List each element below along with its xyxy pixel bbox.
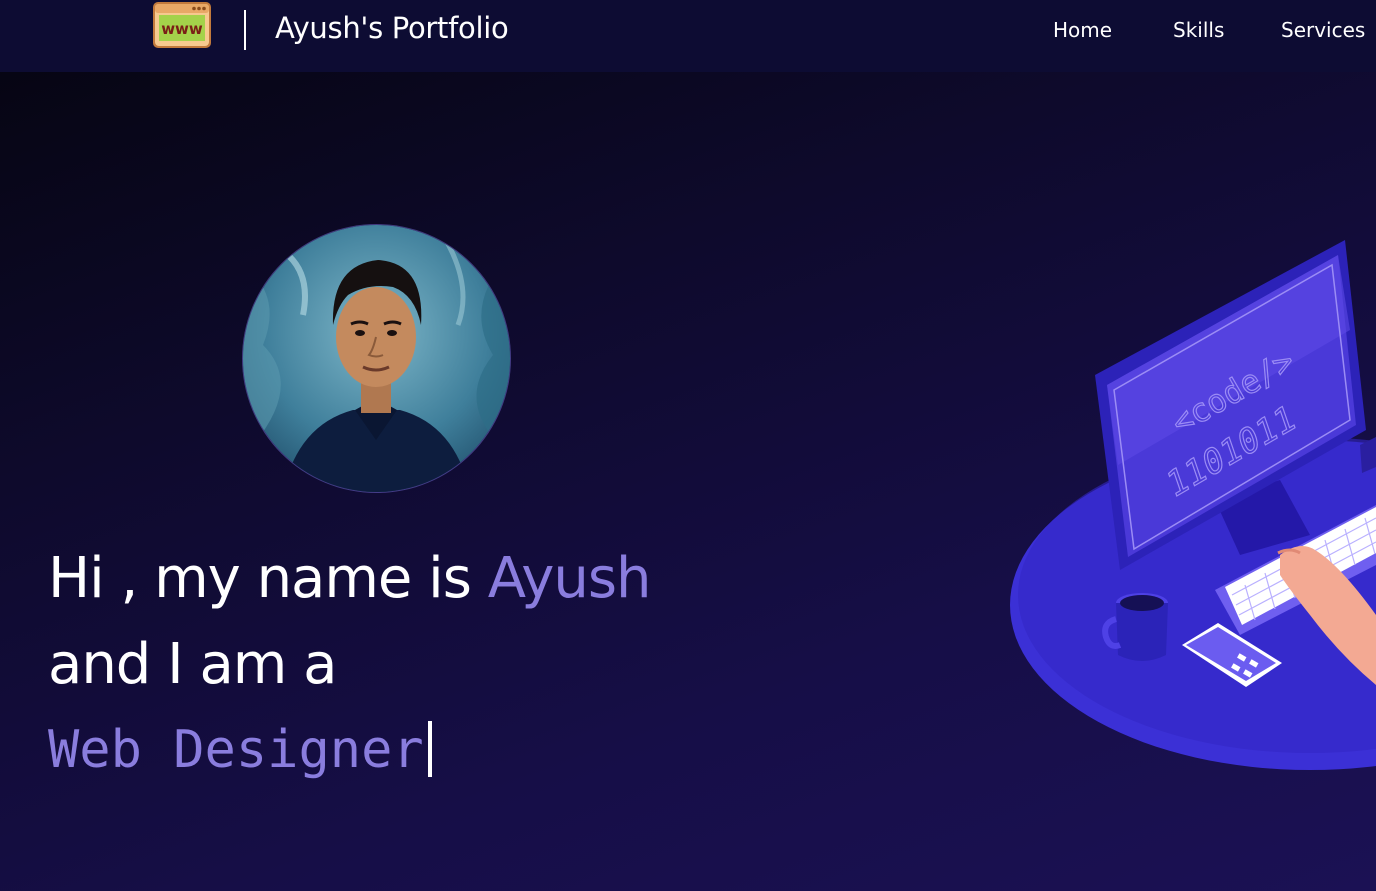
hero-greeting: Hi , my name is Ayush xyxy=(48,546,652,611)
nav-link-home[interactable]: Home xyxy=(1053,18,1112,42)
navbar: www Ayush's Portfolio Home Skills Servic… xyxy=(0,0,1376,72)
typing-cursor xyxy=(427,721,432,777)
greeting-text: Hi , my name is xyxy=(48,546,488,611)
typed-role: Web Designer xyxy=(48,720,432,780)
hero-name: Ayush xyxy=(487,546,652,611)
nav-link-skills[interactable]: Skills xyxy=(1173,18,1224,42)
coding-illustration: <code/> 1101011 xyxy=(1010,240,1376,770)
hero-line-2: and I am a xyxy=(48,632,337,697)
profile-photo xyxy=(243,225,510,492)
nav-links: Home Skills Services xyxy=(0,18,1376,48)
typed-role-text: Web Designer xyxy=(48,720,424,780)
nav-link-services[interactable]: Services xyxy=(1281,18,1365,42)
